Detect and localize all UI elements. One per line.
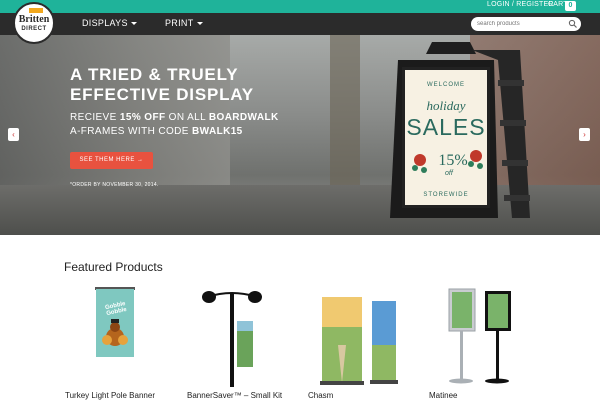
main-navigation: DISPLAYS PRINT xyxy=(0,13,600,35)
login-register-link[interactable]: LOGIN / REGISTER xyxy=(487,1,554,8)
product-name[interactable]: Chasm xyxy=(308,391,438,400)
sign-storewide-text: STOREWIDE xyxy=(423,192,469,198)
sign-percent-text: 15% xyxy=(438,152,468,169)
see-them-here-button[interactable]: SEE THEM HERE → xyxy=(70,152,153,169)
logo-brand-text: Britten xyxy=(18,14,50,25)
hero-subtitle-line-1: RECIEVE 15% OFF ON ALL BOARDWALK xyxy=(70,111,330,125)
hero-order-deadline-note: *ORDER BY NOVEMBER 30, 2014. xyxy=(70,182,159,188)
logo-sub-text: DIRECT xyxy=(21,26,47,32)
sign-sales-text: SALES xyxy=(406,114,486,140)
sign-off-text: off xyxy=(445,170,453,177)
cart-count-badge[interactable]: 0 xyxy=(565,1,576,11)
product-card-matinee[interactable]: Matinee xyxy=(429,285,529,400)
logo-flag-mark xyxy=(29,8,43,13)
sign-board: WELCOME holiday SALES 15% off STOREWIDE xyxy=(402,67,490,208)
product-card-bannersaver[interactable]: BannerSaver™ – Small Kit xyxy=(187,285,287,400)
search-box xyxy=(471,17,581,31)
turkey-banner-image xyxy=(95,287,135,357)
sign-welcome-text: WELCOME xyxy=(426,82,465,88)
hero-promo-code: BWALK15 xyxy=(192,126,243,137)
product-name[interactable]: Matinee xyxy=(429,391,559,400)
nav-print-label: PRINT xyxy=(165,18,194,28)
search-icon[interactable] xyxy=(568,19,578,29)
hero-background-tree xyxy=(330,35,360,185)
nav-displays-menu[interactable]: DISPLAYS xyxy=(82,18,137,28)
chasm-banner-stand-image xyxy=(320,297,398,385)
hero-sub-text: A-FRAMES WITH CODE xyxy=(70,126,193,137)
chevron-down-icon xyxy=(196,22,203,26)
hero-title-line-2: EFFECTIVE DISPLAY xyxy=(70,85,254,104)
hero-banner: A TRIED & TRUELY EFFECTIVE DISPLAY RECIE… xyxy=(0,35,600,235)
hero-title-line-1: A TRIED & TRUELY xyxy=(70,65,239,84)
product-name[interactable]: Turkey Light Pole Banner xyxy=(65,391,195,400)
britten-direct-logo[interactable]: Britten DIRECT xyxy=(13,2,55,44)
chevron-down-icon xyxy=(130,22,137,26)
hero-product-text: BOARDWALK xyxy=(208,112,279,123)
top-utility-bar: LOGIN / REGISTER CART 0 xyxy=(0,0,600,13)
search-input[interactable] xyxy=(477,19,567,29)
bannersaver-kit-image xyxy=(202,291,262,387)
poinsettia-left-icon xyxy=(412,154,427,173)
hero-discount-text: 15% OFF xyxy=(119,112,166,123)
hero-subtitle-line-2: A-FRAMES WITH CODE BWALK15 xyxy=(70,125,330,139)
hero-sub-text: RECIEVE xyxy=(70,112,120,123)
hero-title: A TRIED & TRUELY EFFECTIVE DISPLAY xyxy=(70,65,330,105)
product-card-turkey-banner[interactable]: Gobble Gobble Turkey Light Pole Banner xyxy=(65,285,165,400)
nav-print-menu[interactable]: PRINT xyxy=(165,18,203,28)
featured-products-heading: Featured Products xyxy=(64,260,163,274)
matinee-poster-stand-image xyxy=(448,288,511,384)
hero-sub-text: ON ALL xyxy=(165,112,209,123)
carousel-next-button[interactable]: › xyxy=(579,128,590,141)
nav-displays-label: DISPLAYS xyxy=(82,18,128,28)
product-name[interactable]: BannerSaver™ – Small Kit xyxy=(187,391,317,400)
a-frame-sign-image: WELCOME holiday SALES 15% off STOREWIDE xyxy=(380,40,530,220)
carousel-prev-button[interactable]: ‹ xyxy=(8,128,19,141)
product-card-chasm[interactable]: Chasm xyxy=(308,285,408,400)
sign-holiday-text: holiday xyxy=(426,98,466,113)
hero-subtitle: RECIEVE 15% OFF ON ALL BOARDWALK A-FRAME… xyxy=(70,111,330,139)
